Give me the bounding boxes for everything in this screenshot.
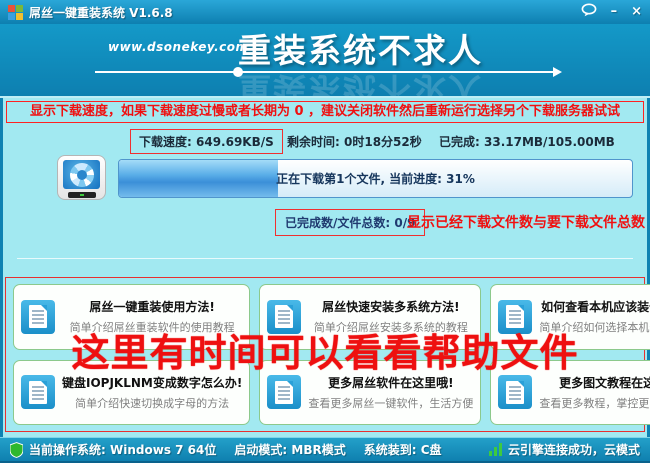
- arrow-dot: [233, 67, 243, 77]
- help-item-more-tutorials[interactable]: 更多图文教程在这里哦! 查看更多教程，掌控更多安装方法: [490, 360, 650, 426]
- header-banner: www.dsonekey.com 重装系统不求人 重装系统不求人: [0, 24, 650, 98]
- slogan-text: 重装系统不求人: [238, 24, 483, 72]
- help-subtitle: 简单介绍屌丝重装软件的使用教程: [62, 319, 242, 335]
- computer-icon: [57, 155, 106, 200]
- document-icon: [498, 375, 532, 409]
- help-subtitle: 查看更多屌丝一键软件，生活方便: [308, 395, 473, 411]
- remaining-label: 剩余时间:: [287, 135, 340, 149]
- help-item-which-system[interactable]: 如何查看本机应该装什么系统! 简单介绍如何选择本机最合适系统: [490, 284, 650, 350]
- speed-annotation: 显示下载速度，如果下载速度过慢或者长期为 0 ，建议关闭软件然后重新运行选择另个…: [6, 101, 644, 123]
- arrow-head-icon: [553, 67, 562, 77]
- completed-value: 33.17MB/105.00MB: [484, 135, 615, 149]
- status-bar: 当前操作系统: Windows 7 64位 启动模式: MBR模式 系统装到: …: [0, 437, 650, 463]
- help-title: 更多屌丝软件在这里哦!: [308, 374, 473, 391]
- loading-wheel-icon: [70, 163, 94, 187]
- progress-text: 正在下载第1个文件, 当前进度: 31%: [119, 160, 632, 197]
- completed-size: 已完成: 33.17MB/105.00MB: [439, 133, 615, 150]
- completed-label: 已完成:: [439, 135, 480, 149]
- help-title: 屌丝快速安装多系统方法!: [308, 298, 473, 315]
- boot-mode: 启动模式: MBR模式: [234, 441, 345, 458]
- help-subtitle: 简单介绍如何选择本机最合适系统: [539, 319, 650, 335]
- files-label: 已完成数/文件总数:: [285, 216, 390, 230]
- section-divider: [17, 258, 633, 259]
- os-status: 当前操作系统: Windows 7 64位: [10, 441, 216, 458]
- cloud-status: 云引擎连接成功，云模式: [489, 441, 640, 458]
- main-body: 显示下载速度，如果下载速度过慢或者长期为 0 ，建议关闭软件然后重新运行选择另个…: [3, 98, 647, 437]
- document-icon: [21, 300, 55, 334]
- help-item-usage[interactable]: 屌丝一键重装使用方法! 简单介绍屌丝重装软件的使用教程: [13, 284, 250, 350]
- close-button[interactable]: ×: [631, 5, 642, 19]
- signal-bars-icon: [489, 443, 502, 456]
- speed-value: 649.69KB/S: [196, 135, 274, 149]
- remaining-time: 剩余时间: 0时18分52秒: [287, 133, 422, 150]
- help-title: 屌丝一键重装使用方法!: [62, 298, 242, 315]
- help-title: 更多图文教程在这里哦!: [539, 374, 650, 391]
- chat-icon[interactable]: [581, 3, 597, 21]
- website-url: www.dsonekey.com: [108, 40, 249, 54]
- speed-label: 下载速度:: [139, 135, 192, 149]
- help-title: 键盘IOPJKLNM变成数字怎么办!: [62, 374, 242, 391]
- app-logo-icon: [8, 5, 23, 20]
- files-count-box: 已完成数/文件总数: 0/9: [275, 209, 425, 236]
- arrow-line: [95, 71, 560, 73]
- document-icon: [267, 300, 301, 334]
- cloud-status-text: 云引擎连接成功，云模式: [508, 441, 640, 458]
- app-window: 屌丝一键重装系统 V1.6.8 – × www.dsonekey.com 重装系…: [0, 0, 650, 463]
- download-progress-bar: 正在下载第1个文件, 当前进度: 31%: [118, 159, 633, 198]
- download-speed-box: 下载速度: 649.69KB/S: [130, 129, 283, 154]
- document-icon: [21, 375, 55, 409]
- document-icon: [498, 300, 532, 334]
- monitor-base: [68, 192, 96, 198]
- window-title: 屌丝一键重装系统 V1.6.8: [29, 4, 173, 21]
- help-item-keyboard[interactable]: 键盘IOPJKLNM变成数字怎么办! 简单介绍快速切换成字母的方法: [13, 360, 250, 426]
- install-target: 系统装到: C盘: [364, 441, 442, 458]
- help-item-multisystem[interactable]: 屌丝快速安装多系统方法! 简单介绍屌丝安装多系统的教程: [259, 284, 481, 350]
- minimize-button[interactable]: –: [611, 5, 618, 19]
- title-bar: 屌丝一键重装系统 V1.6.8 – ×: [0, 0, 650, 24]
- files-annotation: 显示已经下载文件数与要下载文件总数: [407, 212, 645, 232]
- help-subtitle: 查看更多教程，掌控更多安装方法: [539, 395, 650, 411]
- help-subtitle: 简单介绍屌丝安装多系统的教程: [308, 319, 473, 335]
- remaining-value: 0时18分52秒: [344, 135, 422, 149]
- help-title: 如何查看本机应该装什么系统!: [539, 298, 650, 315]
- help-subtitle: 简单介绍快速切换成字母的方法: [62, 395, 242, 411]
- download-stats-row: 下载速度: 649.69KB/S 剩余时间: 0时18分52秒 已完成: 33.…: [3, 129, 647, 153]
- document-icon: [267, 375, 301, 409]
- help-item-more-software[interactable]: 更多屌丝软件在这里哦! 查看更多屌丝一键软件，生活方便: [259, 360, 481, 426]
- monitor-screen: [63, 160, 100, 189]
- help-section: 屌丝一键重装使用方法! 简单介绍屌丝重装软件的使用教程 屌丝快速安装多系统方法!…: [5, 277, 645, 432]
- window-controls: – ×: [581, 3, 642, 21]
- shield-icon: [10, 442, 23, 458]
